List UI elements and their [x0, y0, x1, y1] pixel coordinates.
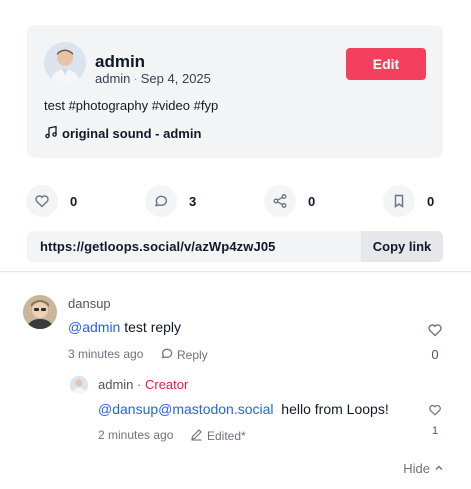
comment-timestamp: 3 minutes ago — [68, 347, 144, 361]
bookmark-action[interactable]: 0 — [383, 185, 434, 217]
comment-like-count: 0 — [431, 347, 439, 362]
reply-like-count: 1 — [431, 425, 439, 437]
edit-button[interactable]: Edit — [346, 48, 426, 80]
heart-icon[interactable] — [26, 185, 58, 217]
sound-link[interactable]: original sound - admin — [44, 125, 201, 142]
reply-header: admin · Creator — [98, 377, 188, 392]
reply-label: Reply — [177, 348, 208, 362]
hide-label: Hide — [403, 461, 430, 476]
comment-text-body: test reply — [120, 319, 182, 335]
comment-like[interactable]: 0 — [427, 322, 443, 362]
like-count: 0 — [70, 193, 78, 209]
reply-button[interactable]: Reply — [160, 347, 208, 363]
edited-indicator: Edited* — [190, 428, 246, 444]
share-icon[interactable] — [264, 185, 296, 217]
post-date: Sep 4, 2025 — [140, 71, 211, 86]
comment-text: @admin test reply — [68, 319, 181, 335]
post-card: admin admin · Sep 4, 2025 Edit test #photo… — [27, 25, 443, 158]
share-action[interactable]: 0 — [264, 185, 315, 217]
reply-timestamp: 2 minutes ago — [98, 428, 174, 442]
comment-action[interactable]: 3 — [145, 185, 196, 217]
edited-label: Edited* — [207, 429, 246, 443]
section-divider — [0, 271, 471, 272]
comment-count: 3 — [189, 193, 197, 209]
hide-replies-button[interactable]: Hide — [403, 461, 444, 476]
share-count: 0 — [308, 193, 316, 209]
share-url[interactable]: https://getloops.social/v/azWp4zwJ05 — [40, 239, 275, 254]
bookmark-count: 0 — [427, 193, 435, 209]
avatar[interactable] — [70, 376, 88, 394]
like-action[interactable]: 0 — [26, 185, 77, 217]
chevron-up-icon — [434, 461, 444, 476]
music-note-icon — [44, 125, 58, 142]
pencil-icon — [190, 428, 203, 444]
reply-username[interactable]: admin — [98, 377, 133, 392]
reply-mention[interactable]: @dansup@mastodon.social — [98, 401, 274, 417]
post-caption: test #photography #video #fyp — [44, 98, 219, 113]
heart-icon[interactable] — [427, 322, 443, 343]
meta-separator: · — [133, 71, 138, 86]
author-username[interactable]: admin — [95, 71, 130, 86]
comment-username[interactable]: dansup — [68, 296, 111, 311]
comment-icon[interactable] — [145, 185, 177, 217]
avatar[interactable] — [23, 295, 57, 329]
bookmark-icon[interactable] — [383, 185, 415, 217]
creator-badge: · Creator — [137, 377, 189, 392]
comment-mention[interactable]: @admin — [68, 319, 120, 335]
reply-text: @dansup@mastodon.social hello from Loops… — [98, 401, 389, 417]
copy-link-button[interactable]: Copy link — [361, 231, 443, 262]
sound-label: original sound - admin — [62, 126, 202, 141]
heart-icon[interactable] — [428, 403, 442, 422]
reply-like[interactable]: 1 — [428, 403, 442, 437]
author-avatar[interactable] — [44, 42, 86, 84]
share-link-box: https://getloops.social/v/azWp4zwJ05 Cop… — [27, 231, 443, 262]
reply-icon — [160, 347, 173, 363]
reply-text-body: hello from Loops! — [273, 401, 389, 417]
author-meta: admin · Sep 4, 2025 — [95, 71, 211, 86]
author-name[interactable]: admin — [95, 52, 145, 72]
